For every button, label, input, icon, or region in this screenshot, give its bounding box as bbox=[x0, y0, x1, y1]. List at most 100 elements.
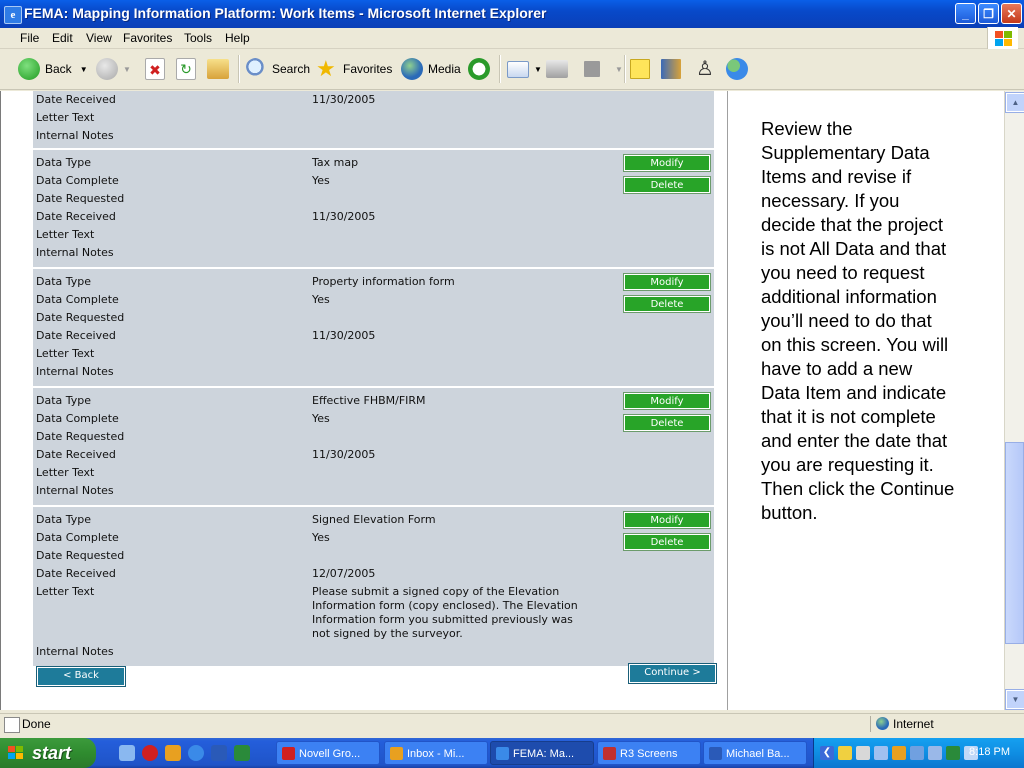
delete-button[interactable]: Delete bbox=[623, 295, 711, 313]
window-app-icon bbox=[390, 747, 403, 760]
close-button[interactable]: ✕ bbox=[1001, 3, 1022, 24]
back-label: Back bbox=[45, 62, 72, 76]
modify-button[interactable]: Modify bbox=[623, 273, 711, 291]
field-value: 11/30/2005 bbox=[312, 210, 376, 223]
field-label: Data Type bbox=[36, 394, 92, 407]
excel-icon[interactable] bbox=[234, 745, 250, 761]
minimize-button[interactable]: _ bbox=[955, 3, 976, 24]
menu-bar: File Edit View Favorites Tools Help bbox=[0, 27, 1024, 49]
tray-utility-icon[interactable] bbox=[910, 746, 924, 760]
field-label: Date Received bbox=[36, 93, 116, 106]
refresh-button[interactable]: ↻ bbox=[176, 55, 201, 83]
star-icon: ★ bbox=[316, 56, 336, 81]
signal-icon[interactable] bbox=[856, 746, 870, 760]
media-button[interactable]: Media bbox=[401, 55, 461, 83]
record-row: Date Received 11/30/2005 bbox=[33, 91, 714, 109]
field-label: Letter Text bbox=[36, 111, 95, 124]
field-value: Please submit a signed copy of the Eleva… bbox=[312, 585, 578, 640]
notes-button[interactable] bbox=[630, 55, 655, 83]
show-desktop-icon[interactable] bbox=[119, 745, 135, 761]
start-button[interactable]: start bbox=[0, 738, 96, 768]
field-label: Internal Notes bbox=[36, 365, 114, 378]
toolbar-separator bbox=[238, 55, 240, 83]
network-icon[interactable] bbox=[874, 746, 888, 760]
taskbar-window-button[interactable]: Novell Gro... bbox=[276, 741, 380, 765]
back-nav-button[interactable]: < Back bbox=[36, 666, 126, 687]
home-icon bbox=[207, 59, 229, 79]
continue-button[interactable]: Continue > bbox=[628, 663, 717, 684]
taskbar-window-button[interactable]: Inbox - Mi... bbox=[384, 741, 488, 765]
vertical-scrollbar[interactable]: ▲ ▼ bbox=[1004, 91, 1024, 710]
data-item-record: Data Type Effective FHBM/FIRM Data Complet… bbox=[33, 388, 714, 507]
mail-button[interactable]: ▼ bbox=[507, 55, 542, 83]
field-label: Letter Text bbox=[36, 347, 95, 360]
menu-edit[interactable]: Edit bbox=[52, 31, 73, 45]
maximize-button[interactable]: ❐ bbox=[978, 3, 999, 24]
history-icon bbox=[468, 58, 490, 80]
modify-button[interactable]: Modify bbox=[623, 392, 711, 410]
history-button[interactable] bbox=[468, 55, 495, 83]
window-label: FEMA: Ma... bbox=[513, 748, 575, 760]
dropdown-arrow-icon[interactable]: ▼ bbox=[80, 65, 88, 74]
tray-v2-icon[interactable] bbox=[946, 746, 960, 760]
discuss-button[interactable] bbox=[726, 55, 753, 83]
menu-file[interactable]: File bbox=[20, 31, 39, 45]
messenger-person-icon: ♙ bbox=[696, 58, 714, 80]
field-label: Data Type bbox=[36, 275, 92, 288]
messenger-button[interactable]: ♙ bbox=[694, 55, 721, 83]
dropdown-arrow-icon[interactable]: ▼ bbox=[534, 65, 542, 74]
back-button[interactable]: Back ▼ bbox=[18, 55, 88, 83]
status-text: Done bbox=[22, 717, 51, 731]
delete-button[interactable]: Delete bbox=[623, 176, 711, 194]
taskbar-window-button[interactable]: R3 Screens bbox=[597, 741, 701, 765]
window-app-icon bbox=[603, 747, 616, 760]
field-value: 11/30/2005 bbox=[312, 329, 376, 342]
delete-button[interactable]: Delete bbox=[623, 414, 711, 432]
scroll-up-arrow-icon[interactable]: ▲ bbox=[1005, 92, 1024, 113]
modify-button[interactable]: Modify bbox=[623, 511, 711, 529]
delete-button[interactable]: Delete bbox=[623, 533, 711, 551]
dropdown-arrow-icon[interactable]: ▼ bbox=[123, 65, 131, 74]
home-button[interactable] bbox=[207, 55, 234, 83]
field-label: Date Requested bbox=[36, 549, 125, 562]
modify-button[interactable]: Modify bbox=[623, 154, 711, 172]
menu-tools[interactable]: Tools bbox=[184, 31, 212, 45]
window-app-icon bbox=[496, 747, 509, 760]
forward-button[interactable]: ▼ bbox=[96, 55, 131, 83]
security-zone: Internet bbox=[893, 717, 934, 731]
data-items-list: Date Received 11/30/2005 Letter Text Intern… bbox=[33, 91, 714, 668]
taskbar-window-button[interactable]: Michael Ba... bbox=[703, 741, 807, 765]
tray-outlook-icon[interactable] bbox=[892, 746, 906, 760]
quicklaunch-app-icon[interactable] bbox=[142, 745, 158, 761]
menu-view[interactable]: View bbox=[86, 31, 112, 45]
window-label: Novell Gro... bbox=[299, 748, 361, 760]
record-row: Data Type Property information form bbox=[33, 273, 714, 291]
instructions-text: Review the Supplementary Data Items and … bbox=[761, 118, 955, 523]
ie-quicklaunch-icon[interactable] bbox=[188, 745, 204, 761]
sticky-note-icon bbox=[630, 59, 650, 79]
tray-expand-icon[interactable]: ❮ bbox=[820, 746, 834, 760]
research-button[interactable] bbox=[661, 55, 686, 83]
favorites-button[interactable]: ★ Favorites bbox=[316, 55, 392, 83]
field-value: Property information form bbox=[312, 275, 455, 288]
word-icon[interactable] bbox=[211, 745, 227, 761]
menu-help[interactable]: Help bbox=[225, 31, 250, 45]
outlook-icon[interactable] bbox=[165, 745, 181, 761]
print-button[interactable] bbox=[546, 55, 573, 83]
menu-favorites[interactable]: Favorites bbox=[123, 31, 172, 45]
toolbar-separator bbox=[499, 55, 501, 83]
scroll-down-arrow-icon[interactable]: ▼ bbox=[1005, 689, 1024, 710]
phone-icon[interactable] bbox=[928, 746, 942, 760]
dropdown-arrow-icon[interactable]: ▼ bbox=[615, 65, 623, 74]
field-label: Internal Notes bbox=[36, 484, 114, 497]
field-label: Internal Notes bbox=[36, 246, 114, 259]
toolbar-separator bbox=[624, 55, 626, 83]
edit-button[interactable]: ▼ bbox=[584, 55, 623, 83]
search-button[interactable]: Search bbox=[245, 55, 310, 83]
taskbar-window-button[interactable]: FEMA: Ma... bbox=[490, 741, 594, 765]
tray-app-icon[interactable] bbox=[838, 746, 852, 760]
scroll-thumb[interactable] bbox=[1005, 442, 1024, 644]
field-value: 12/07/2005 bbox=[312, 567, 376, 580]
clock: 8:18 PM bbox=[969, 746, 1010, 758]
stop-button[interactable]: ✖ bbox=[145, 55, 170, 83]
